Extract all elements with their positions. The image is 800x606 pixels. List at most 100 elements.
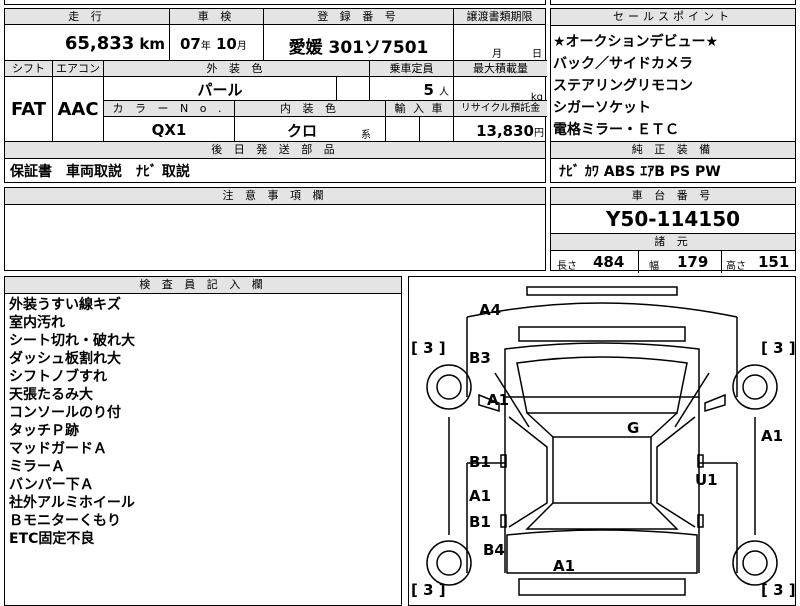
interior-unit: 系 <box>361 130 371 141</box>
color-no-value: QX1 <box>151 121 187 139</box>
vehicle-info-table: 走 行 車 検 登 録 番 号 譲渡書類期限 65,833 km 07年 10月… <box>4 8 547 142</box>
interior-cell: クロ 系 <box>235 117 386 142</box>
load-unit: kg <box>530 92 543 101</box>
sales-point-item: 電格ミラー・ＥＴＣ <box>553 122 679 138</box>
inspector-header: 検 査 員 記 入 欄 <box>5 277 401 294</box>
inspector-item: 外装うすい線キズ <box>9 297 121 313</box>
load-cell: kg <box>454 77 547 101</box>
mileage-unit: km <box>139 35 165 53</box>
damage-mark: A1 <box>761 427 784 445</box>
shift-value: FAT <box>10 99 47 120</box>
exterior-extra-cell <box>337 77 370 101</box>
inspector-item: タッチＰ跡 <box>9 423 79 439</box>
equipment-box: 純 正 装 備 ﾅﾋﾞ ｶﾜ ABS ｴｱB PS PW <box>550 142 796 183</box>
height-label: 高さ <box>726 261 746 272</box>
mileage-cell: 65,833 km <box>5 25 170 61</box>
shift-header: シフト <box>5 61 53 77</box>
inspector-item: シフトノブすれ <box>9 369 107 385</box>
interior-header: 内 装 色 <box>235 101 386 117</box>
damage-mark: A4 <box>479 301 502 319</box>
damage-mark: U1 <box>695 471 718 489</box>
chassis-box: 車 台 番 号 Y50-114150 諸 元 長さ 484 幅 179 高さ 1… <box>550 187 796 273</box>
sales-point-item: ステアリングリモコン <box>553 78 693 94</box>
tire-value: 3 <box>423 339 434 357</box>
inspector-item: ダッシュ板割れ大 <box>9 351 121 367</box>
car-diagram <box>426 286 778 596</box>
later-parts-box: 後 日 発 送 部 品 保証書 車両取説 ﾅﾋﾞ 取説 <box>4 142 546 183</box>
tire-depth-front-left: [ 3 ] <box>411 339 446 357</box>
inspector-item: ETC固定不良 <box>9 531 95 547</box>
notes-header: 注 意 事 項 欄 <box>5 188 545 205</box>
chassis-number: Y50-114150 <box>551 205 795 234</box>
specs-row: 長さ 484 幅 179 高さ 151 <box>551 251 795 273</box>
inspector-list: 外装うすい線キズ 室内汚れ シート切れ・破れ大 ダッシュ板割れ大 シフトノブすれ… <box>5 294 401 548</box>
equipment-value: ﾅﾋﾞ ｶﾜ ABS ｴｱB PS PW <box>559 164 721 180</box>
inspector-item: シート切れ・破れ大 <box>9 333 135 349</box>
inspector-box: 検 査 員 記 入 欄 外装うすい線キズ 室内汚れ シート切れ・破れ大 ダッシュ… <box>4 276 402 606</box>
mileage-value: 65,833 <box>64 33 135 54</box>
inspector-item: 天張たるみ大 <box>9 387 93 403</box>
top-strip <box>4 0 546 5</box>
width-value: 179 <box>677 253 709 271</box>
capacity-value: 5 <box>423 81 434 99</box>
height-value: 151 <box>758 253 790 271</box>
spec-divider <box>721 251 722 273</box>
damage-mark: A1 <box>487 391 510 409</box>
inspection-year: 07 <box>180 35 201 53</box>
inspector-item: 社外アルミホイール <box>9 495 135 511</box>
tire-depth-front-right: [ 3 ] <box>761 339 796 357</box>
capacity-cell: 5 人 <box>370 77 454 101</box>
inspector-item: コンソールのり付 <box>9 405 121 421</box>
registration-header: 登 録 番 号 <box>264 9 454 25</box>
length-label: 長さ <box>557 261 577 272</box>
inspector-item: バンパー下Ａ <box>9 477 94 493</box>
ac-cell: AAC <box>53 77 104 142</box>
ac-header: エアコン <box>53 61 104 77</box>
inspector-item: Ｂモニターくもり <box>9 513 121 529</box>
sales-point-item: ★オークションデビュー★ <box>553 34 719 50</box>
sales-point-item: バック／サイドカメラ <box>553 56 693 72</box>
interior-value: クロ <box>287 122 318 140</box>
damage-mark: B3 <box>469 349 491 367</box>
tire-value: 3 <box>423 581 434 599</box>
inspector-item: 室内汚れ <box>9 315 65 331</box>
inspection-year-unit: 年 <box>200 41 211 52</box>
damage-mark: G <box>627 419 640 437</box>
import-cell-a <box>386 117 420 142</box>
recycle-cell: 13,830円 <box>454 117 547 142</box>
capacity-header: 乗車定員 <box>370 61 454 77</box>
load-header: 最大積載量 <box>454 61 547 77</box>
damage-mark: A1 <box>553 557 576 575</box>
transfer-header: 譲渡書類期限 <box>454 9 546 25</box>
recycle-value: 13,830 <box>476 122 534 140</box>
inspection-header: 車 検 <box>170 9 264 25</box>
inspection-cell: 07年 10月 <box>170 25 264 61</box>
notes-box: 注 意 事 項 欄 <box>4 187 546 271</box>
chassis-header: 車 台 番 号 <box>551 188 795 205</box>
registration-value: 愛媛 301ソ7501 <box>288 38 429 58</box>
color-no-cell: QX1 <box>104 117 235 142</box>
tire-value: 3 <box>773 581 784 599</box>
import-cell-b <box>420 117 454 142</box>
width-label: 幅 <box>649 261 659 272</box>
color-no-header: カ ラ ー N o . <box>104 101 235 117</box>
top-strip-right <box>550 0 796 5</box>
inspection-month: 10 <box>215 35 237 53</box>
spec-divider <box>638 251 639 273</box>
transfer-month-label: 月 <box>492 49 502 60</box>
import-header: 輸 入 車 <box>386 101 454 117</box>
sales-points-box: セールスポイント ★オークションデビュー★ バック／サイドカメラ ステアリングリ… <box>550 8 796 142</box>
damage-mark: A1 <box>469 487 492 505</box>
recycle-header: リサイクル預託金 <box>454 101 547 117</box>
later-parts-value: 保証書 車両取説 ﾅﾋﾞ 取説 <box>10 164 190 180</box>
recycle-unit: 円 <box>534 128 544 139</box>
car-diagram-box: [ 3 ] [ 3 ] [ 3 ] [ 3 ] A4 B3 A1 B1 A1 B… <box>408 276 796 606</box>
capacity-unit: 人 <box>439 87 449 98</box>
ac-value: AAC <box>57 99 99 120</box>
tire-depth-rear-left: [ 3 ] <box>411 581 446 599</box>
inspector-item: ミラーＡ <box>9 459 65 475</box>
registration-cell: 愛媛 301ソ7501 <box>264 25 454 61</box>
later-parts-header: 後 日 発 送 部 品 <box>5 142 545 159</box>
sales-points-header: セールスポイント <box>551 9 795 26</box>
damage-mark: B1 <box>469 513 491 531</box>
